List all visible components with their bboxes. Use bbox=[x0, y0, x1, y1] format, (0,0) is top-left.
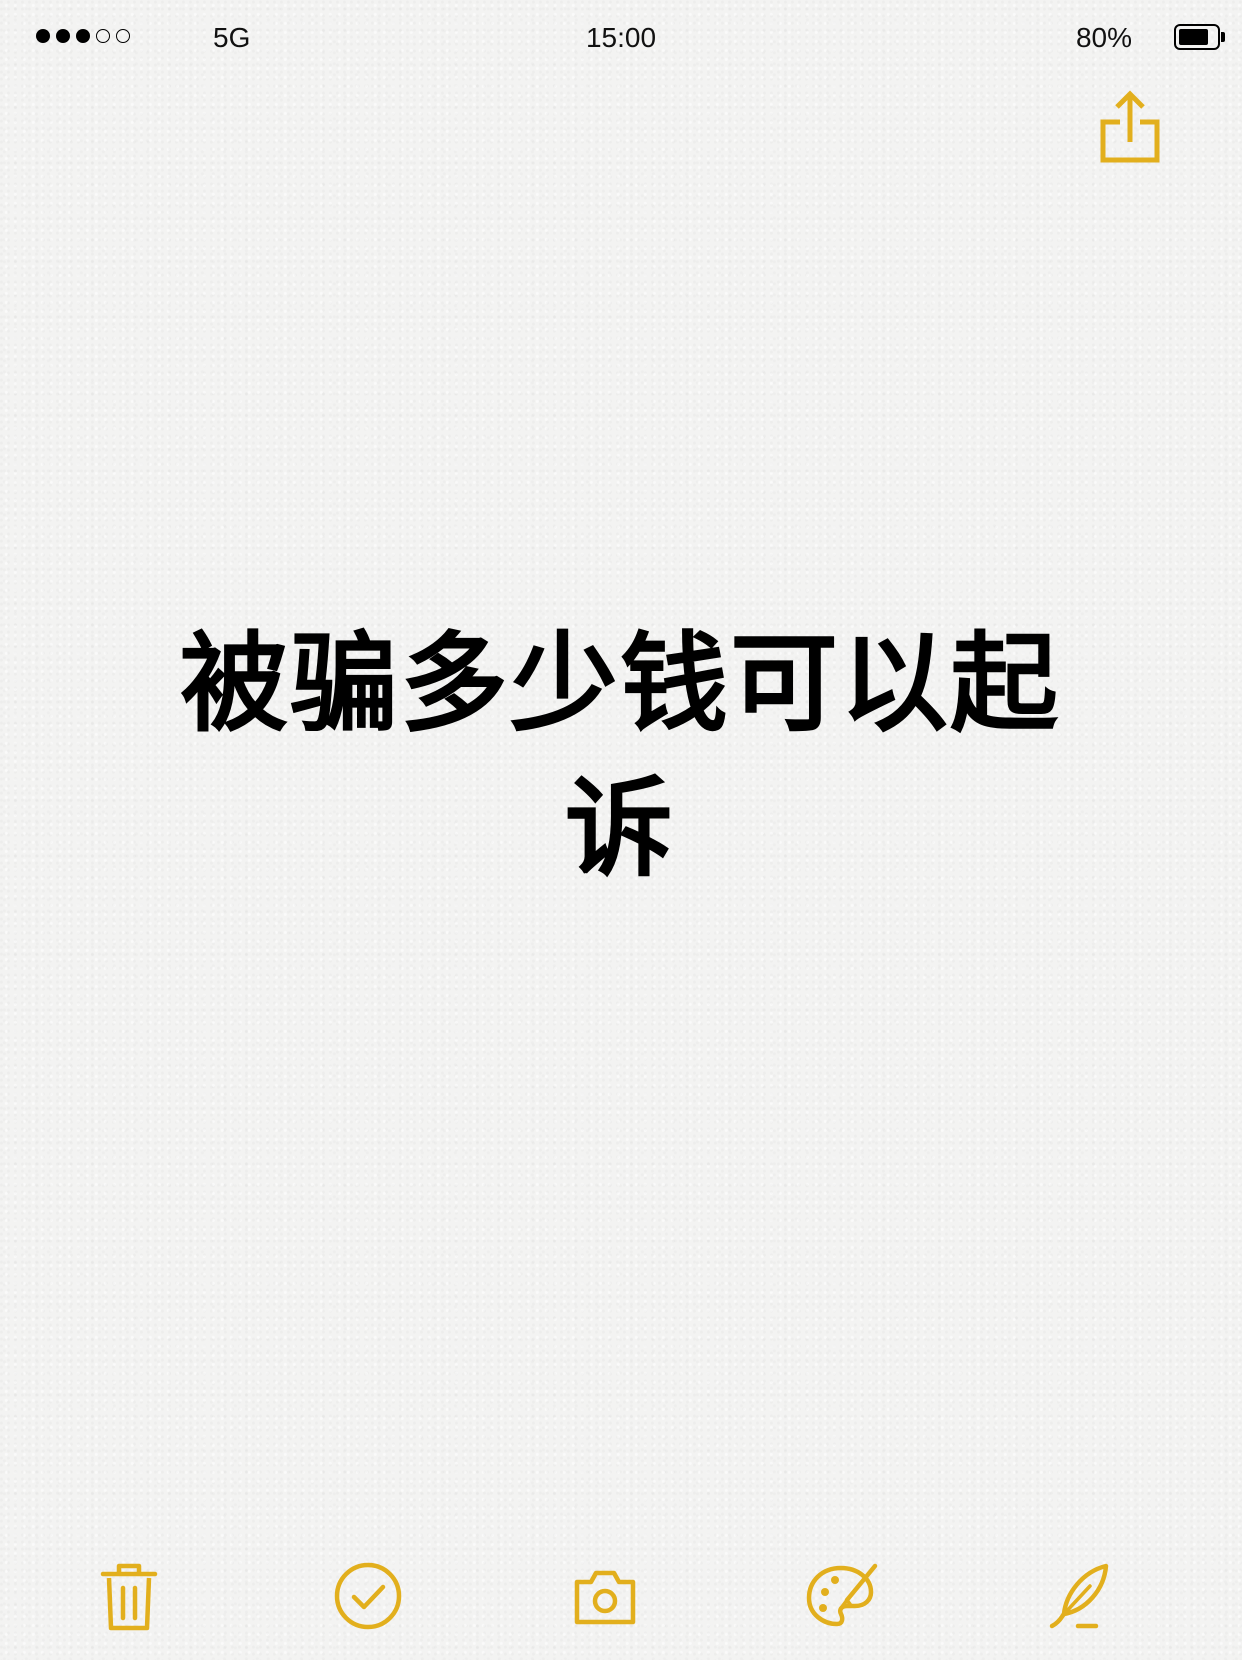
battery-icon bbox=[1174, 24, 1220, 50]
pen-icon bbox=[1049, 1563, 1109, 1629]
delete-button[interactable] bbox=[89, 1556, 169, 1636]
status-time: 15:00 bbox=[585, 22, 657, 53]
markup-button[interactable] bbox=[801, 1556, 881, 1636]
checkmark-circle-icon bbox=[334, 1562, 402, 1630]
trash-icon bbox=[100, 1563, 158, 1631]
note-title[interactable]: 被骗多少钱可以起诉 bbox=[180, 612, 1060, 902]
share-icon bbox=[1100, 90, 1160, 163]
palette-icon bbox=[806, 1563, 878, 1627]
checklist-button[interactable] bbox=[328, 1556, 408, 1636]
battery-percentage: 80% bbox=[1075, 22, 1132, 53]
status-bar: 5G 15:00 80% bbox=[0, 0, 1242, 76]
share-button[interactable] bbox=[1096, 88, 1164, 166]
battery-level-fill bbox=[1179, 29, 1208, 45]
camera-icon bbox=[574, 1570, 636, 1625]
bottom-toolbar bbox=[0, 1556, 1242, 1636]
battery-cap bbox=[1221, 32, 1225, 42]
camera-button[interactable] bbox=[565, 1556, 645, 1636]
draw-button[interactable] bbox=[1042, 1556, 1122, 1636]
